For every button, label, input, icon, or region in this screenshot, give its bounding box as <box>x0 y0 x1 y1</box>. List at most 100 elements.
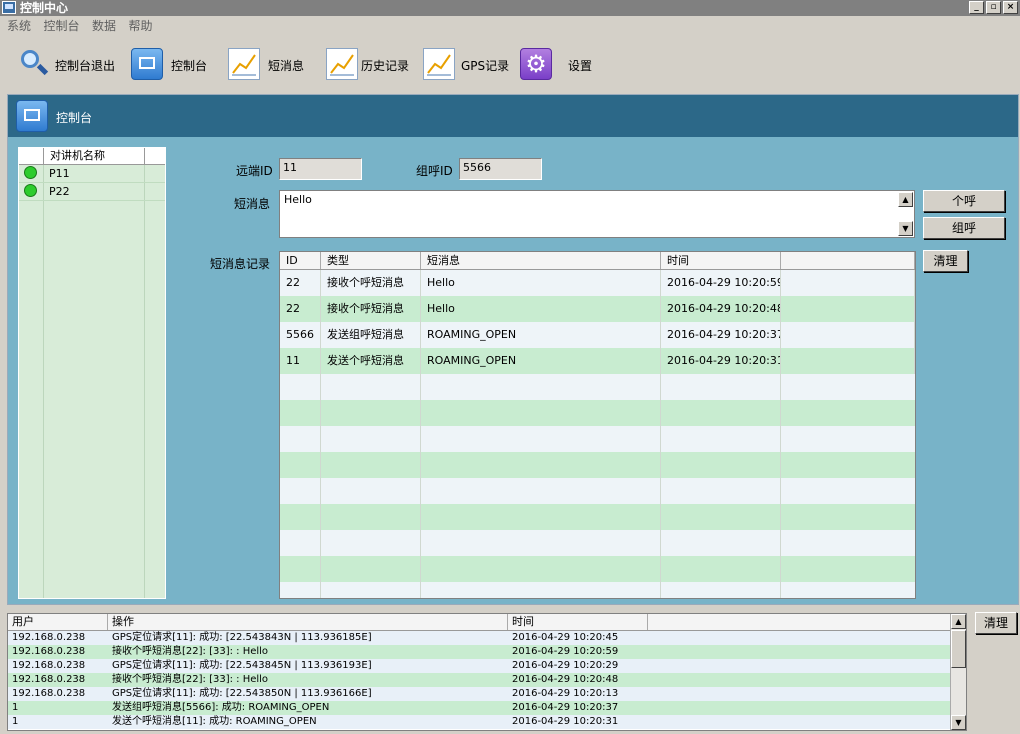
menu-system[interactable]: 系统 <box>7 16 31 36</box>
table-row-empty <box>280 582 915 598</box>
log-row[interactable]: 1 发送组呼短消息[5566]: 成功: ROAMING_OPEN 2016-0… <box>8 701 966 715</box>
log-clear-button[interactable]: 清理 <box>975 612 1017 634</box>
list-item[interactable]: P11 <box>19 165 165 183</box>
log-row[interactable]: 192.168.0.238 GPS定位请求[11]: 成功: [22.54384… <box>8 659 966 673</box>
maximize-button[interactable]: ▫ <box>986 1 1001 14</box>
table-row[interactable]: 11 发送个呼短消息 ROAMING_OPEN 2016-04-29 10:20… <box>280 348 915 374</box>
history-button[interactable]: 历史记录 <box>326 44 416 84</box>
log-row[interactable]: 1 发送个呼短消息[11]: 成功: ROAMING_OPEN 2016-04-… <box>8 715 966 729</box>
console-exit-label: 控制台退出 <box>55 59 116 73</box>
gps-record-label: GPS记录 <box>461 59 510 73</box>
panel-title: 控制台 <box>56 111 93 125</box>
table-row[interactable]: 5566 发送组呼短消息 ROAMING_OPEN 2016-04-29 10:… <box>280 322 915 348</box>
radio-name: P22 <box>49 185 70 198</box>
status-online-icon <box>24 184 37 197</box>
app-icon <box>2 1 16 14</box>
group-call-button[interactable]: 组呼 <box>923 217 1005 239</box>
toolbar: 控制台退出 控制台 短消息 历史记录 GPS记录 ⚙ 设置 <box>0 44 1020 86</box>
cell-message: ROAMING_OPEN <box>421 348 661 374</box>
message-label: 短消息 <box>234 197 271 211</box>
log-user: 192.168.0.238 <box>12 674 86 685</box>
log-row[interactable]: 192.168.0.238 接收个呼短消息[22]: [33]: : Hello… <box>8 645 966 659</box>
radio-list-header: 对讲机名称 <box>19 148 165 165</box>
remote-id-field[interactable]: 11 <box>279 158 362 180</box>
log-time: 2016-04-29 10:20:31 <box>512 716 619 727</box>
menu-bar: 系统 控制台 数据 帮助 <box>0 16 1020 36</box>
column-message[interactable]: 短消息 <box>421 252 661 269</box>
log-scrollbar[interactable]: ▲ ▼ <box>950 614 966 730</box>
group-id-label: 组呼ID <box>416 164 453 178</box>
chart-icon <box>326 48 358 80</box>
column-time[interactable]: 时间 <box>508 614 648 630</box>
cell-message: ROAMING_OPEN <box>421 322 661 348</box>
scroll-up-icon[interactable]: ▲ <box>898 192 913 207</box>
panel-header: 控制台 <box>8 95 1018 137</box>
history-label: 短消息记录 <box>210 257 271 271</box>
log-user: 192.168.0.238 <box>12 660 86 671</box>
status-online-icon <box>24 166 37 179</box>
list-item[interactable]: P22 <box>19 183 165 201</box>
monitor-icon <box>131 48 163 80</box>
message-history-table[interactable]: ID 类型 短消息 时间 22 接收个呼短消息 Hello 2016-04-29… <box>279 251 916 599</box>
message-input[interactable]: Hello ▲ ▼ <box>279 190 915 238</box>
cell-time: 2016-04-29 10:20:59 <box>661 270 781 296</box>
table-header: ID 类型 短消息 时间 <box>280 252 915 270</box>
short-message-button[interactable]: 短消息 <box>228 44 308 84</box>
column-operation[interactable]: 操作 <box>108 614 508 630</box>
chart-icon <box>423 48 455 80</box>
radio-name: P11 <box>49 167 70 180</box>
clear-button[interactable]: 清理 <box>923 250 968 272</box>
cell-id: 5566 <box>280 322 321 348</box>
individual-call-button[interactable]: 个呼 <box>923 190 1005 212</box>
menu-data[interactable]: 数据 <box>92 16 116 36</box>
search-icon <box>18 48 50 80</box>
log-user: 192.168.0.238 <box>12 688 86 699</box>
log-time: 2016-04-29 10:20:59 <box>512 646 619 657</box>
window-controls: _ ▫ × <box>967 1 1018 15</box>
log-user: 192.168.0.238 <box>12 632 86 643</box>
cell-time: 2016-04-29 10:20:37 <box>661 322 781 348</box>
radio-list[interactable]: 对讲机名称 P11 P22 <box>18 147 166 599</box>
column-time[interactable]: 时间 <box>661 252 781 269</box>
log-time: 2016-04-29 10:20:37 <box>512 702 619 713</box>
log-operation: GPS定位请求[11]: 成功: [22.543850N | 113.93616… <box>112 688 372 699</box>
table-row-empty <box>280 400 915 426</box>
operation-log-table[interactable]: 用户 操作 时间 192.168.0.238 GPS定位请求[11]: 成功: … <box>7 613 967 731</box>
cell-message: Hello <box>421 296 661 322</box>
console-exit-button[interactable]: 控制台退出 <box>18 44 118 84</box>
menu-console[interactable]: 控制台 <box>44 16 80 36</box>
menu-help[interactable]: 帮助 <box>129 16 153 36</box>
settings-button[interactable]: ⚙ 设置 <box>520 44 600 84</box>
title-bar: 控制中心 _ ▫ × <box>0 0 1020 16</box>
scroll-down-icon[interactable]: ▼ <box>951 715 966 730</box>
table-row-empty <box>280 504 915 530</box>
close-button[interactable]: × <box>1003 1 1018 14</box>
table-row[interactable]: 22 接收个呼短消息 Hello 2016-04-29 10:20:59 <box>280 270 915 296</box>
window-title: 控制中心 <box>20 1 69 15</box>
scroll-thumb[interactable] <box>951 630 966 668</box>
gps-record-button[interactable]: GPS记录 <box>423 44 513 84</box>
cell-id: 22 <box>280 296 321 322</box>
cell-id: 11 <box>280 348 321 374</box>
cell-message: Hello <box>421 270 661 296</box>
table-row-empty <box>280 556 915 582</box>
table-row[interactable]: 22 接收个呼短消息 Hello 2016-04-29 10:20:48 <box>280 296 915 322</box>
log-row[interactable]: 192.168.0.238 GPS定位请求[11]: 成功: [22.54384… <box>8 631 966 645</box>
cell-time: 2016-04-29 10:20:31 <box>661 348 781 374</box>
column-type[interactable]: 类型 <box>321 252 421 269</box>
minimize-button[interactable]: _ <box>969 1 984 14</box>
scroll-up-icon[interactable]: ▲ <box>951 614 966 629</box>
console-button[interactable]: 控制台 <box>131 44 211 84</box>
group-id-field[interactable]: 5566 <box>459 158 542 180</box>
log-row[interactable]: 192.168.0.238 接收个呼短消息[22]: [33]: : Hello… <box>8 673 966 687</box>
scroll-down-icon[interactable]: ▼ <box>898 221 913 236</box>
column-id[interactable]: ID <box>280 252 321 269</box>
radio-name-column[interactable]: 对讲机名称 <box>44 148 145 164</box>
log-user: 1 <box>12 716 19 727</box>
column-user[interactable]: 用户 <box>8 614 108 630</box>
cell-id: 22 <box>280 270 321 296</box>
log-time: 2016-04-29 10:20:29 <box>512 660 619 671</box>
table-row-empty <box>280 374 915 400</box>
log-header: 用户 操作 时间 <box>8 614 966 631</box>
log-row[interactable]: 192.168.0.238 GPS定位请求[11]: 成功: [22.54385… <box>8 687 966 701</box>
